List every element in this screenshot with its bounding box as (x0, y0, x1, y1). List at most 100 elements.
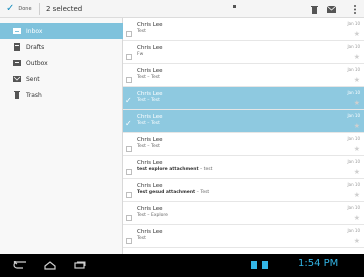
message-subject: test explore attachment – test (137, 167, 212, 172)
message-date: Jan 10 (347, 228, 360, 233)
checkmark-icon[interactable]: ✓ (125, 120, 132, 128)
back-icon (13, 261, 26, 269)
message-row[interactable]: Chris Lee Test – Test Jan 10 ★ (123, 64, 364, 87)
home-icon (44, 260, 56, 270)
dropdown-icon[interactable] (233, 5, 236, 8)
status-icons (251, 261, 268, 269)
message-list: Chris Lee Test Jan 10 ★ Chris Lee Fw Jan… (123, 18, 364, 254)
subject-bold: test explore attachment (137, 167, 199, 172)
message-row[interactable]: Chris Lee Test gesud attachment – Test J… (123, 179, 364, 202)
folder-trash[interactable]: Trash (0, 87, 123, 103)
message-sender: Chris Lee (137, 114, 163, 120)
folder-label: Drafts (26, 43, 45, 51)
inbox-icon (13, 28, 21, 34)
message-date: Jan 10 (347, 136, 360, 141)
system-nav-bar: 1:54 PM (0, 254, 364, 277)
overflow-menu-button[interactable] (350, 3, 360, 15)
message-row-selected[interactable]: ✓ Chris Lee Test – Test Jan 10 ★ (123, 87, 364, 110)
subject-rest: – test (198, 167, 213, 172)
row-checkbox[interactable] (126, 31, 132, 37)
message-subject: Test gesud attachment – Test (137, 190, 209, 195)
action-bar: ✓ Done 2 selected (0, 0, 364, 18)
message-row[interactable]: Chris Lee test explore attachment – test… (123, 156, 364, 179)
row-checkbox[interactable] (126, 77, 132, 83)
folder-sidebar: Inbox Drafts Outbox Sent Trash (0, 18, 123, 254)
star-icon[interactable]: ★ (354, 237, 360, 245)
message-date: Jan 10 (347, 113, 360, 118)
folder-outbox[interactable]: Outbox (0, 55, 123, 71)
subject-rest: – Test (195, 190, 210, 195)
checkmark-icon[interactable]: ✓ (125, 97, 132, 105)
folder-sent[interactable]: Sent (0, 71, 123, 87)
screenshot-icon (262, 261, 268, 269)
row-checkbox[interactable] (126, 215, 132, 221)
message-sender: Chris Lee (137, 45, 163, 51)
message-date: Jan 10 (347, 67, 360, 72)
divider (39, 3, 40, 15)
clock[interactable]: 1:54 PM (298, 258, 338, 269)
sent-icon (13, 76, 21, 82)
message-row[interactable]: Chris Lee Test Jan 10 ★ (123, 18, 364, 41)
message-row[interactable]: Chris Lee Test – Explore Jan 10 ★ (123, 202, 364, 225)
folder-label: Trash (26, 91, 42, 99)
outbox-icon (13, 60, 21, 66)
message-sender: Chris Lee (137, 183, 163, 189)
message-sender: Chris Lee (137, 229, 163, 235)
subject-bold: Test gesud attachment (137, 190, 196, 195)
star-icon[interactable]: ★ (354, 214, 360, 222)
star-icon[interactable]: ★ (354, 191, 360, 199)
folder-label: Sent (26, 75, 40, 83)
folder-inbox[interactable]: Inbox (0, 23, 123, 39)
message-sender: Chris Lee (137, 91, 163, 97)
drafts-icon (14, 43, 20, 51)
trash-icon (310, 5, 318, 14)
message-sender: Chris Lee (137, 206, 163, 212)
message-sender: Chris Lee (137, 68, 163, 74)
selection-count: 2 selected (46, 5, 83, 13)
message-row-selected[interactable]: ✓ Chris Lee Test – Test Jan 10 ★ (123, 110, 364, 133)
star-icon[interactable]: ★ (354, 168, 360, 176)
message-row[interactable]: Chris Lee Fw Jan 10 ★ (123, 41, 364, 64)
message-subject: Test (137, 29, 146, 34)
message-subject: Test – Explore (137, 213, 168, 218)
delete-button[interactable] (309, 3, 319, 15)
message-date: Jan 10 (347, 182, 360, 187)
message-sender: Chris Lee (137, 160, 163, 166)
message-subject: Fw (137, 52, 144, 57)
message-subject: Test – Test (137, 98, 160, 103)
row-checkbox[interactable] (126, 238, 132, 244)
folder-label: Inbox (26, 27, 43, 35)
message-subject: Test – Test (137, 121, 160, 126)
message-date: Jan 10 (347, 44, 360, 49)
envelope-icon (326, 5, 336, 13)
folder-drafts[interactable]: Drafts (0, 39, 123, 55)
more-icon (354, 4, 356, 14)
mark-read-button[interactable] (326, 3, 336, 15)
trash-icon (14, 91, 20, 99)
message-sender: Chris Lee (137, 137, 163, 143)
star-icon[interactable]: ★ (354, 145, 360, 153)
star-icon[interactable]: ★ (354, 122, 360, 130)
message-date: Jan 10 (347, 21, 360, 26)
checkmark-icon: ✓ (6, 3, 15, 14)
row-checkbox[interactable] (126, 54, 132, 60)
folder-label: Outbox (26, 59, 48, 67)
done-label: Done (18, 6, 32, 12)
star-icon[interactable]: ★ (354, 76, 360, 84)
recent-apps-icon (74, 261, 86, 269)
star-icon[interactable]: ★ (354, 99, 360, 107)
row-checkbox[interactable] (126, 169, 132, 175)
message-date: Jan 10 (347, 159, 360, 164)
star-icon[interactable]: ★ (354, 53, 360, 61)
message-row[interactable]: Chris Lee Test Jan 10 ★ (123, 225, 364, 248)
back-button[interactable] (12, 259, 28, 271)
recent-apps-button[interactable] (72, 259, 88, 271)
row-checkbox[interactable] (126, 192, 132, 198)
home-button[interactable] (42, 259, 58, 271)
row-checkbox[interactable] (126, 146, 132, 152)
done-button[interactable]: ✓ Done (6, 2, 32, 16)
message-subject: Test – Test (137, 75, 160, 80)
star-icon[interactable]: ★ (354, 30, 360, 38)
message-sender: Chris Lee (137, 22, 163, 28)
message-row[interactable]: Chris Lee Test – Test Jan 10 ★ (123, 133, 364, 156)
